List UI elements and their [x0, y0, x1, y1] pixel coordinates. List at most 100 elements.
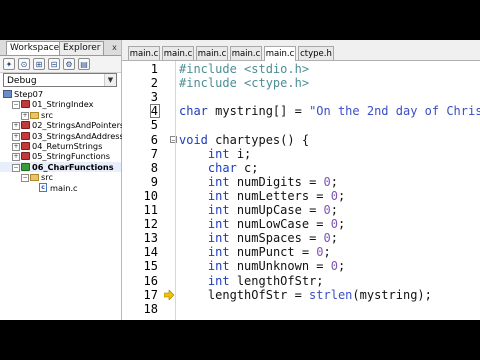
code-line: char c; [179, 161, 259, 175]
code-token: numSpaces = [229, 231, 324, 246]
open-icon[interactable]: ⊙ [18, 58, 30, 70]
project-icon [21, 152, 30, 161]
code-token: int [207, 146, 230, 161]
code-line: int numUnknown = 0; [179, 259, 345, 273]
tree-item-label: src [41, 109, 53, 120]
tree-project-item[interactable]: +03_StringsAndAddresses [0, 131, 133, 141]
project-tree: Step07−01_StringIndex + src +02_StringsAndP… [0, 89, 133, 193]
tree-project-item[interactable]: +04_ReturnStrings [0, 141, 121, 151]
fold-margin [175, 61, 176, 320]
line-number: 11 [143, 203, 158, 217]
code-token: ; [337, 259, 346, 274]
code-token: i; [229, 146, 252, 161]
settings-icon[interactable]: ⚙ [63, 58, 75, 70]
tree-project-item[interactable]: Step07 [0, 89, 121, 99]
expand-icon[interactable]: + [12, 132, 20, 141]
tree-item-label: 06_CharFunctions [32, 161, 114, 172]
current-line-marker [150, 104, 160, 119]
tree-item-label: Step07 [14, 89, 44, 99]
code-line: int numLetters = 0; [179, 189, 345, 203]
code-token: char [207, 160, 237, 175]
tab-workspace[interactable]: Workspace [6, 41, 64, 55]
code-token: chartypes() { [207, 132, 310, 147]
code-token: int [207, 259, 230, 274]
expand-all-icon[interactable]: ⊞ [33, 58, 45, 70]
editor-tab[interactable]: main.c [264, 46, 296, 61]
tree-item-label: 01_StringIndex [32, 99, 94, 110]
code-editor: main.c main.c main.c main.c main.c ctype.h 12… [122, 40, 480, 320]
tree-project-item[interactable]: − 06_CharFunctions [0, 161, 121, 173]
code-token: ; [330, 231, 338, 246]
ide-window: Workspace Explorer x ✦ ⊙ ⊞ ⊟ ⚙ ▤ Debug ▼… [0, 40, 480, 320]
close-icon[interactable]: x [110, 43, 119, 52]
line-number: 12 [143, 217, 158, 232]
tree-file-item[interactable]: c main.c [0, 182, 121, 193]
build-config-select[interactable]: Debug ▼ [3, 73, 117, 87]
code-token: 0 [323, 231, 331, 246]
build-icon[interactable]: ▤ [78, 58, 90, 70]
collapse-all-icon[interactable]: ⊟ [48, 58, 60, 70]
new-icon[interactable]: ✦ [3, 58, 15, 70]
line-number: 6 [150, 132, 158, 147]
code-token: #include [179, 62, 245, 76]
tab-explorer[interactable]: Explorer [59, 41, 105, 55]
code-token: 0 [323, 203, 331, 217]
expand-icon[interactable]: + [12, 153, 20, 162]
code-token: c; [236, 160, 259, 175]
tree-folder-item[interactable]: + src [0, 110, 121, 120]
code-token: lengthOfStr = [179, 287, 310, 302]
collapse-icon[interactable]: − [21, 174, 29, 183]
collapse-icon[interactable]: − [12, 101, 20, 110]
code-token: <ctype.h> [244, 76, 310, 91]
code-token: 0 [323, 174, 331, 189]
code-line: #include <ctype.h> [179, 76, 309, 90]
code-token: 0 [330, 188, 338, 203]
editor-tab[interactable]: main.c [162, 46, 194, 60]
code-token: #include [179, 76, 245, 91]
tree-project-item[interactable]: +05_StringFunctions [0, 151, 121, 162]
line-number: 3 [150, 90, 158, 105]
expand-icon[interactable]: + [12, 142, 20, 151]
tree-project-item[interactable]: − 01_StringIndex [0, 99, 121, 110]
editor-tab[interactable]: main.c [128, 46, 160, 60]
tree-item-label: 02_StringsAndPointers [32, 120, 125, 131]
code-token: int [207, 273, 230, 288]
code-token: numDigits = [229, 174, 324, 189]
editor-tab[interactable]: main.c [230, 46, 262, 60]
code-token: ; [337, 188, 346, 203]
line-number: 7 [150, 146, 158, 161]
expand-icon[interactable]: + [12, 122, 20, 131]
line-number: 10 [143, 188, 158, 203]
code-line: int numSpaces = 0; [179, 231, 338, 245]
line-number: 2 [150, 76, 158, 91]
code-line: void chartypes() { [179, 133, 309, 147]
line-number: 14 [143, 245, 158, 260]
tree-item-label: src [41, 172, 53, 183]
editor-tab[interactable]: ctype.h [298, 46, 334, 60]
expand-icon[interactable]: + [21, 111, 29, 120]
collapse-icon[interactable]: − [12, 163, 20, 172]
workspace-icon [3, 90, 12, 98]
workspace-tab-bar: Workspace Explorer x [0, 40, 121, 56]
code-token: void [179, 132, 208, 147]
editor-tab[interactable]: main.c [196, 46, 228, 60]
tree-project-item[interactable]: +02_StringsAndPointers [0, 120, 125, 131]
line-number: 5 [150, 118, 158, 133]
code-text-area[interactable]: #include <stdio.h> #include <ctype.h> char… [179, 61, 480, 320]
code-token: numLetters = [229, 188, 331, 203]
code-token: ; [337, 217, 346, 232]
code-token: ; [330, 203, 338, 217]
tree-folder-item[interactable]: − src [0, 172, 121, 183]
code-line: int numLowCase = 0; [179, 217, 345, 231]
code-token: 0 [330, 217, 338, 232]
tree-item-label: 05_StringFunctions [32, 151, 111, 162]
chevron-down-icon[interactable]: ▼ [104, 74, 116, 86]
